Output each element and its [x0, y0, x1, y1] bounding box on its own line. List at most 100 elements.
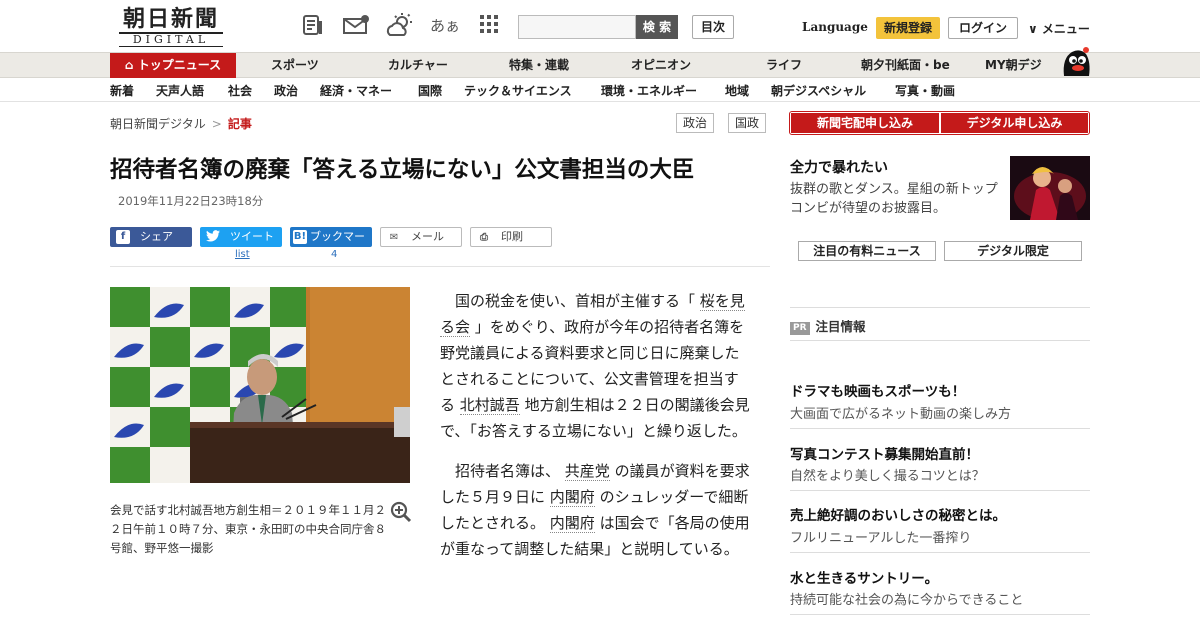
divider [790, 614, 1090, 615]
subscribe-buttons: 新聞宅配申し込み デジタル申し込み [789, 111, 1090, 135]
nav2-politics[interactable]: 政治 [274, 82, 298, 99]
article-photo[interactable] [110, 287, 410, 483]
home-icon: ⌂ [124, 58, 134, 72]
tag-national[interactable]: 国政 [728, 113, 767, 133]
search-input[interactable] [518, 15, 636, 39]
newspaper-icon[interactable] [300, 13, 326, 39]
hatena-count[interactable]: 4 [331, 249, 337, 260]
menu-button[interactable]: ∨ メニュー [1028, 20, 1090, 37]
divider [790, 490, 1090, 491]
nav-paper[interactable]: 朝夕刊紙面・be [861, 53, 950, 78]
article-body: 国の税金を使い、首相が主催する「 桜を見る会 」をめぐり、政府が今年の招待者名簿… [440, 288, 750, 576]
breadcrumb: 朝日新聞デジタル > 記事 [110, 115, 252, 132]
promo-title[interactable]: 全力で暴れたい [790, 157, 888, 177]
tag-politics[interactable]: 政治 [676, 113, 715, 133]
nav-life[interactable]: ライフ [766, 53, 802, 78]
nav2-region[interactable]: 地域 [725, 82, 749, 99]
keyword-link[interactable]: 北村誠吾 [459, 396, 520, 415]
facebook-label: シェア [140, 230, 173, 243]
nav2-new[interactable]: 新着 [110, 82, 134, 99]
weather-icon[interactable] [386, 13, 412, 39]
divider [790, 428, 1090, 429]
nav2-tech[interactable]: テック＆サイエンス [464, 82, 572, 99]
digital-subscribe-button[interactable]: デジタル申し込み [941, 113, 1088, 133]
site-logo[interactable]: 朝日新聞 DIGITAL [113, 6, 229, 47]
mascot-icon[interactable] [1060, 44, 1092, 78]
nav-opinion[interactable]: オピニオン [631, 53, 691, 78]
promo-text[interactable]: 抜群の歌とダンス。星組の新トップコンビが待望のお披露目。 [790, 180, 1000, 218]
article-date: 2019年11月22日23時18分 [118, 194, 264, 208]
breadcrumb-separator: > [211, 117, 222, 131]
logo-latin: DIGITAL [119, 32, 223, 47]
print-icon: ⎙ [480, 232, 488, 243]
language-link[interactable]: Language [802, 20, 868, 34]
nav2-society[interactable]: 社会 [228, 82, 252, 99]
newspaper-subscribe-button[interactable]: 新聞宅配申し込み [791, 113, 939, 133]
breadcrumb-current: 記事 [227, 117, 252, 131]
nav-sports[interactable]: スポーツ [271, 53, 319, 78]
top-bar: 朝日新聞 DIGITAL あぁ 検 索 目次 Language 新規登録 ログイ… [0, 0, 1200, 52]
keyword-link[interactable]: 内閣府 [549, 514, 595, 533]
article-paragraph: 招待者名簿は、 共産党 の議員が資料を要求した５月９日に 内閣府 のシュレッダー… [440, 458, 750, 562]
paid-news-button[interactable]: 注目の有料ニュース [798, 241, 936, 261]
ad-title[interactable]: 水と生きるサントリー。 [790, 567, 938, 587]
mail-share-button[interactable]: ✉ メール [380, 227, 462, 247]
hatena-icon: B! [293, 230, 307, 244]
nav2-environment[interactable]: 環境・エネルギー [601, 82, 697, 99]
digital-only-button[interactable]: デジタル限定 [944, 241, 1082, 261]
twitter-label: ツイート [230, 230, 274, 243]
primary-nav: ⌂ トップニュース スポーツ カルチャー 特集・連載 オピニオン ライフ 朝夕刊… [0, 52, 1200, 78]
index-button[interactable]: 目次 [692, 15, 734, 39]
ad-title[interactable]: 写真コンテスト募集開始直前！ [790, 443, 979, 463]
print-button[interactable]: ⎙ 印刷 [470, 227, 552, 247]
nav2-special[interactable]: 朝デジスペシャル [771, 82, 866, 99]
facebook-share-button[interactable]: f シェア [110, 227, 192, 247]
divider [790, 340, 1090, 341]
hatena-bookmark-button[interactable]: B! ブックマーク [290, 227, 372, 263]
divider [790, 307, 1090, 308]
nav-top-news[interactable]: ⌂ トップニュース [110, 53, 236, 78]
promo-thumbnail[interactable] [1010, 156, 1090, 220]
nav-my-asahi[interactable]: MY朝デジ [985, 53, 1042, 78]
print-label: 印刷 [501, 230, 523, 243]
pr-label: 注目情報 [815, 319, 866, 334]
photo-caption: 会見で話す北村誠吾地方創生相＝２０１９年１１月２２日午前１０時７分、東京・永田町… [110, 503, 386, 555]
font-size-icon[interactable]: あぁ [430, 13, 460, 39]
breadcrumb-root[interactable]: 朝日新聞デジタル [110, 117, 206, 131]
register-button[interactable]: 新規登録 [876, 17, 940, 39]
font-size-label: あぁ [430, 17, 461, 35]
nav2-international[interactable]: 国際 [418, 82, 442, 99]
zoom-icon[interactable] [390, 501, 412, 528]
nav-label: トップニュース [137, 58, 222, 72]
twitter-icon [206, 230, 220, 244]
ad-title[interactable]: 売上絶好調のおいしさの秘密とは。 [790, 504, 1006, 524]
pr-badge: PR [790, 322, 810, 335]
ad-subtitle[interactable]: 大画面で広がるネット動画の楽しみ方 [790, 403, 1011, 422]
keyword-link[interactable]: 共産党 [564, 462, 610, 481]
login-button[interactable]: ログイン [948, 17, 1018, 39]
pr-section-label: PR 注目情報 [790, 316, 866, 335]
divider [790, 552, 1090, 553]
search-button[interactable]: 検 索 [636, 15, 678, 39]
page-title: 招待者名簿の廃棄「答える立場にない」公文書担当の大臣 [110, 157, 695, 183]
nav-features[interactable]: 特集・連載 [509, 53, 569, 78]
keyword-link[interactable]: 内閣府 [549, 488, 595, 507]
nav2-photo[interactable]: 写真・動画 [895, 82, 955, 99]
twitter-count[interactable]: list [235, 249, 250, 260]
ad-subtitle[interactable]: 持続可能な社会の為に今からできること [790, 589, 1023, 608]
ad-title[interactable]: ドラマも映画もスポーツも！ [790, 380, 965, 400]
nav2-tensei[interactable]: 天声人語 [156, 82, 204, 99]
twitter-share-button[interactable]: ツイート [200, 227, 282, 247]
nav2-economy[interactable]: 経済・マネー [320, 82, 392, 99]
mail-share-icon: ✉ [389, 232, 399, 243]
ad-subtitle[interactable]: 自然をより美しく撮るコツとは？ [790, 465, 985, 484]
ad-subtitle[interactable]: フルリニューアルした一番搾り [790, 527, 971, 546]
hatena-label: ブックマーク [310, 230, 365, 263]
text-run: 国の税金を使い、首相が主催する「 [455, 292, 700, 310]
mail-icon[interactable] [342, 13, 369, 39]
grid-menu-icon[interactable] [476, 13, 502, 39]
text-run: 招待者名簿は、 [455, 462, 565, 480]
mail-label: メール [411, 230, 444, 243]
secondary-nav: 新着 天声人語 社会 政治 経済・マネー 国際 テック＆サイエンス 環境・エネル… [0, 78, 1200, 102]
nav-culture[interactable]: カルチャー [388, 53, 448, 78]
